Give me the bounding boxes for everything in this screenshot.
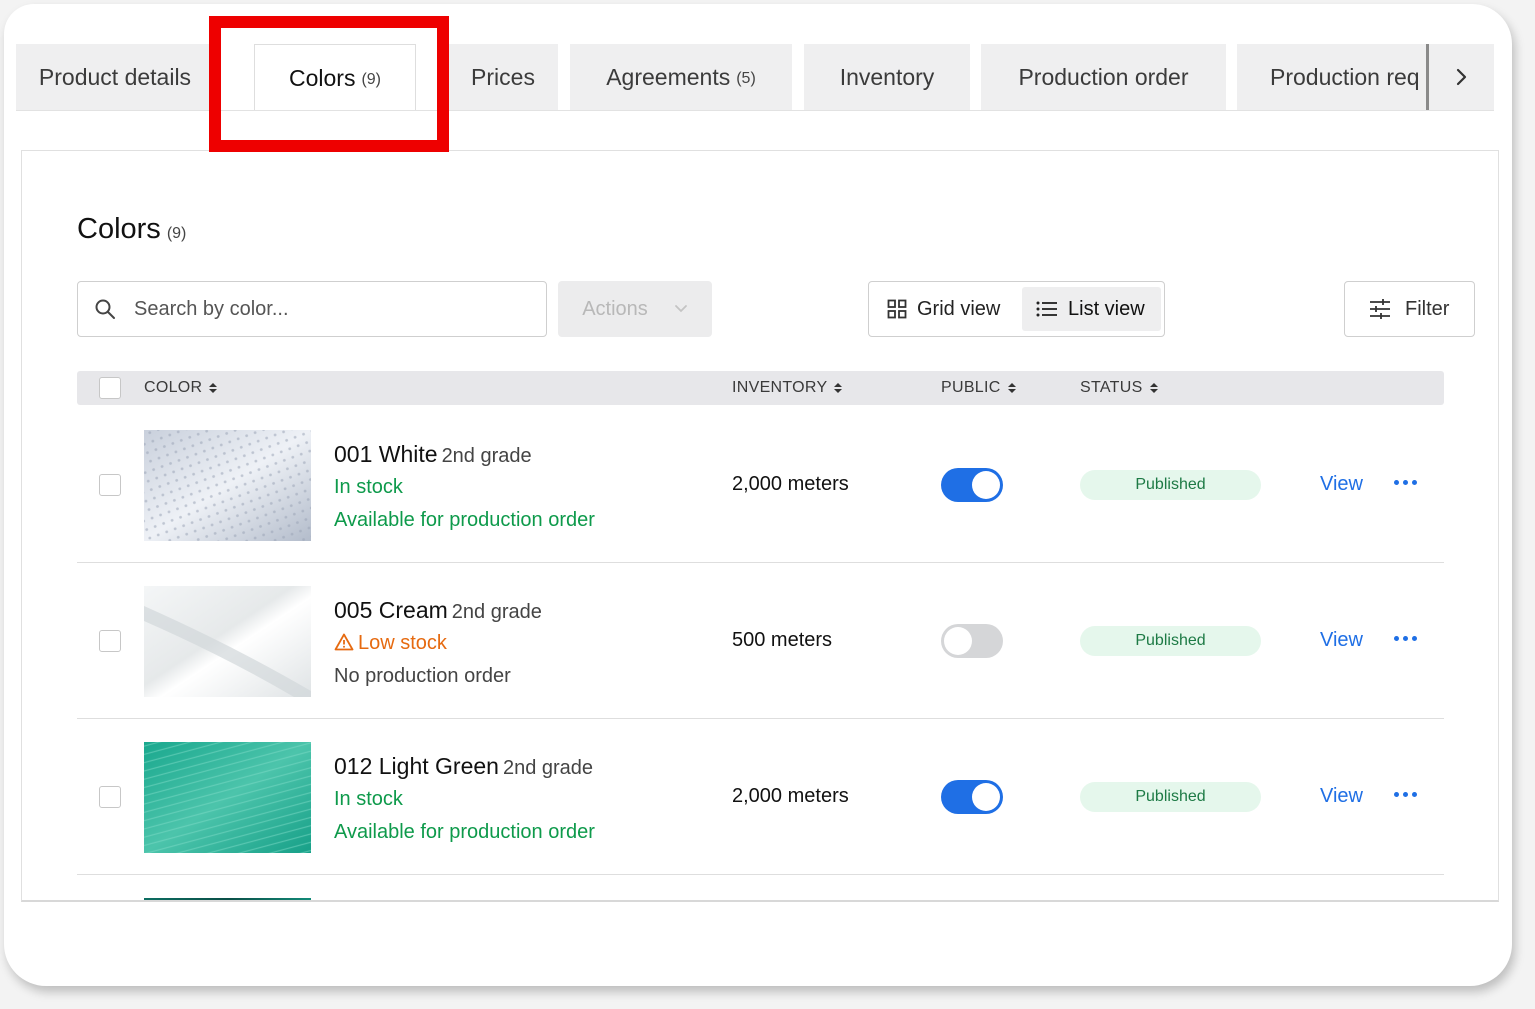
search-icon bbox=[95, 299, 115, 319]
column-label: STATUS bbox=[1080, 379, 1143, 396]
production-status: No production order bbox=[334, 665, 511, 687]
fabric-thumbnail bbox=[144, 898, 311, 900]
tab-label: Production req bbox=[1270, 63, 1420, 90]
chevron-right-icon bbox=[1456, 68, 1466, 86]
color-name: 012 Light Green bbox=[334, 753, 499, 779]
grid-view-button[interactable]: Grid view bbox=[887, 287, 1000, 331]
more-options-icon[interactable] bbox=[1394, 792, 1417, 797]
chevron-down-icon bbox=[674, 305, 687, 313]
row-checkbox[interactable] bbox=[99, 786, 121, 808]
more-options-icon[interactable] bbox=[1394, 480, 1417, 485]
grid-icon bbox=[887, 299, 907, 319]
tab-colors[interactable]: Colors (9) bbox=[254, 44, 416, 111]
actions-label: Actions bbox=[582, 297, 648, 320]
tab-production-order[interactable]: Production order bbox=[981, 44, 1226, 110]
color-info: 005 Cream 2nd grade Low stock No producti… bbox=[334, 597, 542, 688]
colors-panel: Colors (9) Actions Grid view bbox=[21, 150, 1499, 902]
production-status: Available for production order bbox=[334, 821, 595, 843]
fabric-thumbnail bbox=[144, 430, 311, 541]
stock-status-text: Low stock bbox=[358, 632, 447, 654]
tab-prices[interactable]: Prices bbox=[448, 44, 558, 110]
view-link[interactable]: View bbox=[1320, 629, 1363, 652]
row-checkbox[interactable] bbox=[99, 630, 121, 652]
status-badge: Published bbox=[1080, 470, 1261, 500]
stock-status: In stock bbox=[334, 788, 403, 810]
view-link[interactable]: View bbox=[1320, 785, 1363, 808]
column-header-inventory[interactable]: INVENTORY bbox=[732, 371, 843, 405]
more-options-icon[interactable] bbox=[1394, 636, 1417, 641]
color-grade: 2nd grade bbox=[441, 445, 532, 467]
sort-icon bbox=[834, 383, 843, 393]
tab-label: Agreements bbox=[606, 63, 731, 90]
production-status: Available for production order bbox=[334, 509, 595, 531]
public-toggle[interactable] bbox=[941, 780, 1003, 814]
list-view-label: List view bbox=[1068, 297, 1145, 320]
inventory-value: 2,000 meters bbox=[732, 785, 849, 807]
color-grade: 2nd grade bbox=[502, 757, 594, 779]
tabs-next-button[interactable] bbox=[1426, 44, 1494, 110]
column-label: COLOR bbox=[144, 379, 203, 396]
tab-inventory[interactable]: Inventory bbox=[804, 44, 970, 110]
search-box[interactable] bbox=[77, 281, 547, 337]
inventory-value: 2,000 meters bbox=[732, 473, 849, 495]
color-name: 005 Cream bbox=[334, 597, 448, 623]
section-count: (9) bbox=[166, 225, 187, 242]
tab-label: Prices bbox=[471, 63, 535, 90]
app-window: Product details Colors (9) Prices Agreem… bbox=[4, 4, 1512, 986]
status-badge: Published bbox=[1080, 626, 1261, 656]
tab-count: (9) bbox=[361, 70, 382, 88]
actions-dropdown[interactable]: Actions bbox=[558, 281, 712, 337]
color-grade: 2nd grade bbox=[451, 601, 542, 623]
warning-icon bbox=[334, 633, 354, 651]
table-row: 001 White 2nd grade In stock Available fo… bbox=[77, 407, 1444, 563]
column-label: PUBLIC bbox=[941, 379, 1001, 396]
list-view-button[interactable]: List view bbox=[1022, 287, 1161, 331]
tab-label: Production order bbox=[1018, 63, 1189, 90]
view-toggle: Grid view List view bbox=[868, 281, 1165, 337]
sort-icon bbox=[1149, 383, 1158, 393]
column-header-public[interactable]: PUBLIC bbox=[941, 371, 1016, 405]
status-badge: Published bbox=[1080, 782, 1261, 812]
color-info: 001 White 2nd grade In stock Available fo… bbox=[334, 441, 595, 532]
filter-label: Filter bbox=[1405, 297, 1450, 320]
table-row: 005 Cream 2nd grade Low stock No producti… bbox=[77, 563, 1444, 719]
public-toggle[interactable] bbox=[941, 468, 1003, 502]
sort-icon bbox=[209, 383, 218, 393]
public-toggle[interactable] bbox=[941, 624, 1003, 658]
table-header: COLOR INVENTORY PUBLIC STATUS bbox=[77, 371, 1444, 405]
tab-label: Colors bbox=[288, 64, 356, 91]
view-link[interactable]: View bbox=[1320, 473, 1363, 496]
tab-bar: Product details Colors (9) Prices Agreem… bbox=[16, 44, 1494, 111]
column-label: INVENTORY bbox=[732, 379, 828, 396]
tab-divider bbox=[16, 110, 1494, 111]
tab-production-requests[interactable]: Production req bbox=[1237, 44, 1427, 110]
sort-icon bbox=[1007, 383, 1016, 393]
section-title-text: Colors bbox=[77, 213, 161, 245]
grid-view-label: Grid view bbox=[917, 297, 1001, 320]
stock-status: Low stock bbox=[334, 632, 542, 655]
table-row: 012 Light Green 2nd grade In stock Availa… bbox=[77, 719, 1444, 875]
color-name: 001 White bbox=[334, 441, 438, 467]
tab-count: (5) bbox=[736, 69, 756, 87]
stock-status: In stock bbox=[334, 476, 403, 498]
tab-label: Product details bbox=[38, 63, 192, 90]
tab-label: Inventory bbox=[839, 63, 935, 90]
column-header-status[interactable]: STATUS bbox=[1080, 371, 1158, 405]
list-icon bbox=[1036, 301, 1057, 317]
color-info: 012 Light Green 2nd grade In stock Availa… bbox=[334, 753, 595, 844]
row-checkbox[interactable] bbox=[99, 474, 121, 496]
column-header-color[interactable]: COLOR bbox=[144, 371, 218, 405]
search-input[interactable] bbox=[134, 297, 514, 321]
tab-product-details[interactable]: Product details bbox=[16, 44, 214, 110]
filter-button[interactable]: Filter bbox=[1344, 281, 1475, 337]
fabric-thumbnail bbox=[144, 586, 311, 697]
sliders-icon bbox=[1370, 299, 1390, 319]
page-title: Colors (9) bbox=[77, 213, 186, 246]
tab-agreements[interactable]: Agreements (5) bbox=[570, 44, 792, 110]
inventory-value: 500 meters bbox=[732, 629, 833, 651]
table-row bbox=[77, 875, 1444, 900]
fabric-thumbnail bbox=[144, 742, 311, 853]
select-all-checkbox[interactable] bbox=[99, 377, 121, 399]
